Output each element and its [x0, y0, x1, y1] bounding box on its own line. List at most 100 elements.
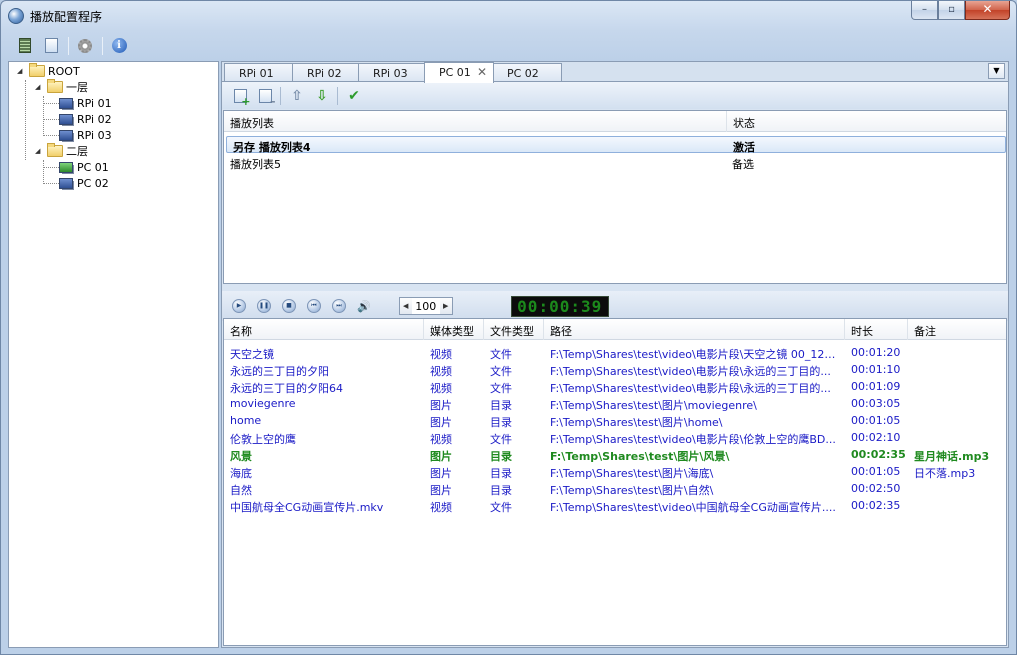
file-type: 目录 — [490, 416, 512, 429]
media-name: 天空之镜 — [230, 348, 274, 361]
column-header-name[interactable]: 名称 — [224, 319, 424, 340]
move-down-button[interactable]: ⇩ — [312, 86, 332, 106]
tab-label: PC 01 — [439, 66, 471, 79]
table-row[interactable]: home 图片 目录 F:\Temp\Shares\test\图片\home\ 00:0… — [224, 412, 1006, 429]
volume-value[interactable]: 100 — [412, 300, 440, 313]
media-path: F:\Temp\Shares\test\video\电影片段\天空之镜 00_1… — [550, 348, 840, 361]
media-path: F:\Temp\Shares\test\video\电影片段\永远的三丁目的..… — [550, 365, 831, 378]
tree-node-label: ROOT — [48, 64, 80, 78]
media-path: F:\Temp\Shares\test\图片\海底\ — [550, 467, 714, 480]
tree-line — [43, 103, 59, 104]
column-header-playlist[interactable]: 播放列表 — [224, 111, 727, 132]
about-button[interactable]: i — [108, 35, 130, 57]
tab-rpi-01[interactable]: RPi 01 — [224, 63, 294, 82]
media-duration: 00:01:05 — [851, 465, 901, 478]
media-duration: 00:01:20 — [851, 346, 901, 359]
tree-line — [43, 96, 44, 136]
tree-node-device[interactable]: PC 01 — [59, 159, 109, 175]
table-row[interactable]: 天空之镜 视频 文件 F:\Temp\Shares\test\video\电影片段\天… — [224, 344, 1006, 361]
device-panel: RPi 01 RPi 02 RPi 03 PC 01 ✕ PC 02 ▼ ⇧ ⇩… — [221, 61, 1009, 648]
table-row[interactable]: 海底 图片 目录 F:\Temp\Shares\test\图片\海底\ 00:01:05… — [224, 463, 1006, 480]
volume-icon[interactable]: 🔊 — [357, 300, 371, 313]
tree-node-device[interactable]: RPi 03 — [59, 127, 112, 143]
table-row[interactable]: 另存 播放列表4 激活 — [226, 136, 1006, 154]
next-button[interactable]: ⏭ — [332, 299, 346, 313]
media-duration: 00:02:35 — [851, 499, 901, 512]
tree-node-device[interactable]: RPi 02 — [59, 111, 112, 127]
volume-stepper[interactable]: ◀ 100 ▶ — [398, 297, 453, 315]
increase-volume-button[interactable]: ▶ — [439, 298, 452, 314]
media-type: 图片 — [430, 484, 452, 497]
column-header-path[interactable]: 路径 — [544, 319, 845, 340]
activate-button[interactable]: ✔ — [344, 86, 364, 106]
tab-rpi-03[interactable]: RPi 03 — [358, 63, 428, 82]
media-path: F:\Temp\Shares\test\video\中国航母全CG动画宣传片..… — [550, 501, 836, 514]
add-playlist-icon — [233, 88, 251, 108]
title-bar[interactable]: 播放配置程序 – ▫ ✕ — [1, 1, 1016, 31]
media-name: 风景 — [230, 450, 252, 463]
remove-playlist-button[interactable] — [255, 86, 276, 108]
add-playlist-button[interactable] — [230, 86, 251, 108]
previous-button[interactable]: ⏮ — [307, 299, 321, 313]
table-row[interactable]: moviegenre 图片 目录 F:\Temp\Shares\test\图片\mov… — [224, 395, 1006, 412]
file-type: 文件 — [490, 382, 512, 395]
maximize-button[interactable]: ▫ — [938, 1, 965, 20]
tab-close-icon[interactable]: ✕ — [477, 65, 487, 79]
column-header-duration[interactable]: 时长 — [845, 319, 908, 340]
app-window: 播放配置程序 – ▫ ✕ i ◢ ROOT ◢ 一层 RPi 01 RPi 02… — [0, 0, 1017, 655]
column-header-media-type[interactable]: 媒体类型 — [424, 319, 484, 340]
play-button[interactable]: ▶ — [232, 299, 246, 313]
film-button[interactable] — [14, 35, 36, 57]
tree-node-label: RPi 02 — [77, 112, 112, 126]
table-row[interactable]: 播放列表5 备选 — [224, 154, 1006, 171]
tree-line — [43, 167, 59, 168]
table-row[interactable]: 风景 图片 目录 F:\Temp\Shares\test\图片\风景\ 00:02:35… — [224, 446, 1006, 463]
media-path: F:\Temp\Shares\test\图片\自然\ — [550, 484, 714, 497]
decrease-volume-button[interactable]: ◀ — [399, 298, 412, 314]
tab-pc-01[interactable]: PC 01 ✕ — [424, 62, 494, 83]
settings-button[interactable] — [74, 35, 96, 57]
move-up-button[interactable]: ⇧ — [287, 86, 307, 106]
file-type: 目录 — [490, 467, 512, 480]
column-header-note[interactable]: 备注 — [908, 319, 1006, 340]
media-note: 日不落.mp3 — [914, 467, 976, 480]
table-row[interactable]: 伦敦上空的鹰 视频 文件 F:\Temp\Shares\test\video\电影片段… — [224, 429, 1006, 446]
media-path: F:\Temp\Shares\test\video\电影片段\永远的三丁目的..… — [550, 382, 831, 395]
playlist-table[interactable]: 播放列表 状态 另存 播放列表4 激活 播放列表5 备选 — [223, 110, 1007, 284]
gear-icon — [78, 38, 92, 53]
table-row[interactable]: 中国航母全CG动画宣传片.mkv 视频 文件 F:\Temp\Shares\test\… — [224, 497, 1006, 514]
toolbar-divider — [337, 86, 338, 105]
tree-node-group-2[interactable]: ◢ 二层 — [35, 143, 88, 159]
media-note: 星月神话.mp3 — [914, 450, 990, 463]
collapse-arrow-icon[interactable]: ◢ — [35, 83, 44, 91]
column-header-status[interactable]: 状态 — [727, 111, 1006, 132]
pause-button[interactable]: ❚❚ — [257, 299, 271, 313]
toolbar-divider — [280, 86, 281, 105]
media-name: moviegenre — [230, 397, 296, 410]
collapse-arrow-icon[interactable]: ◢ — [17, 67, 26, 75]
monitor-icon — [59, 97, 73, 109]
tree-node-device[interactable]: PC 02 — [59, 175, 109, 191]
tab-rpi-02[interactable]: RPi 02 — [292, 63, 362, 82]
column-header-file-type[interactable]: 文件类型 — [484, 319, 544, 340]
folder-icon — [47, 143, 63, 157]
tree-node-root[interactable]: ◢ ROOT — [17, 63, 80, 79]
page-button[interactable] — [40, 35, 62, 57]
table-row[interactable]: 自然 图片 目录 F:\Temp\Shares\test\图片\自然\ 00:02:50 — [224, 480, 1006, 497]
tree-node-label: 一层 — [66, 81, 88, 94]
table-row[interactable]: 永远的三丁目的夕阳64 视频 文件 F:\Temp\Shares\test\video… — [224, 378, 1006, 395]
media-name: home — [230, 414, 262, 427]
tab-list-dropdown[interactable]: ▼ — [988, 63, 1005, 79]
device-tree[interactable]: ◢ ROOT ◢ 一层 RPi 01 RPi 02 RPi 03 ◢ 二层 PC… — [8, 61, 219, 648]
stop-button[interactable]: ■ — [282, 299, 296, 313]
collapse-arrow-icon[interactable]: ◢ — [35, 147, 44, 155]
media-table[interactable]: 名称 媒体类型 文件类型 路径 时长 备注 天空之镜 视频 文件 F:\Temp\Sh… — [223, 318, 1007, 646]
minimize-button[interactable]: – — [911, 1, 938, 20]
tree-node-device[interactable]: RPi 01 — [59, 95, 112, 111]
tree-node-group-1[interactable]: ◢ 一层 — [35, 79, 88, 95]
table-row[interactable]: 永远的三丁目的夕阳 视频 文件 F:\Temp\Shares\test\video\电… — [224, 361, 1006, 378]
toolbar-divider — [102, 36, 103, 55]
tab-pc-02[interactable]: PC 02 — [492, 63, 562, 82]
close-button[interactable]: ✕ — [965, 1, 1010, 20]
media-type: 视频 — [430, 433, 452, 446]
